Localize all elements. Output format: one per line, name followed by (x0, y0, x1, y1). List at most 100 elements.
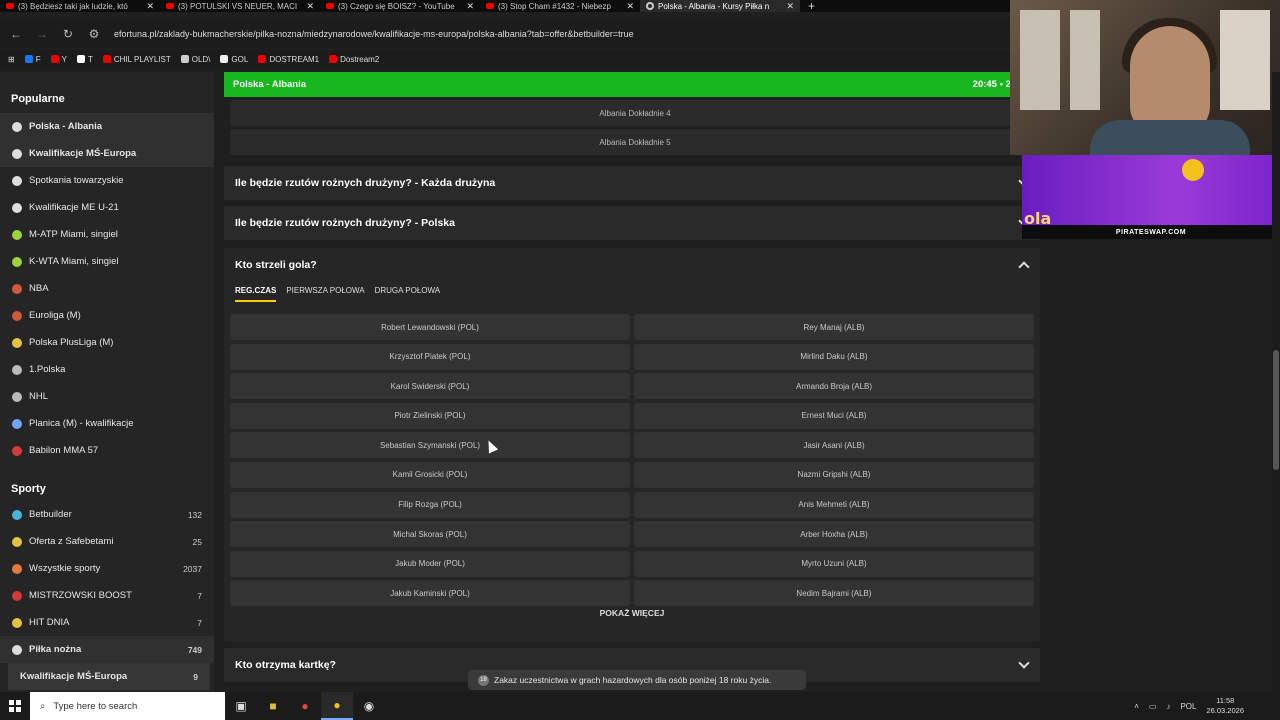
scorer-button[interactable]: Nazmi Gripshi (ALB) (634, 461, 1034, 488)
tab-regular-time[interactable]: REG.CZAS (235, 282, 277, 302)
tray-chevron-icon[interactable]: ˄ (1134, 702, 1139, 711)
scorer-button[interactable]: Myrto Uzuni (ALB) (634, 550, 1034, 577)
scorer-button[interactable]: Arber Hoxha (ALB) (634, 521, 1034, 548)
obs-icon[interactable]: ◉ (353, 692, 385, 720)
apps-icon[interactable]: ⊞ (8, 55, 15, 64)
taskbar-search[interactable]: ⌕ Type here to search (30, 692, 225, 720)
browser-tab[interactable]: (3) POTULSKI VS NEUER, MACI ✕ (160, 0, 320, 12)
scrollbar-thumb[interactable] (1273, 350, 1279, 470)
market-corners-poland[interactable]: Ile będzie rzutów rożnych drużyny? - Pol… (224, 206, 1040, 240)
network-icon[interactable]: ▭ (1149, 702, 1157, 711)
tab-second-half[interactable]: DRUGA POŁOWA (375, 282, 441, 300)
bookmark-item[interactable]: F (24, 55, 41, 64)
sidebar-item[interactable]: Spotkania towarzyskie (0, 167, 214, 194)
bookmark-item[interactable]: T (76, 55, 93, 64)
scorer-button[interactable]: Karol Swiderski (POL) (230, 373, 630, 400)
scorer-button[interactable]: Rey Manaj (ALB) (634, 314, 1034, 340)
chrome-profile-icon[interactable]: ● (289, 692, 321, 720)
sidebar-item[interactable]: NBA (0, 275, 214, 302)
reload-icon[interactable]: ↻ (62, 27, 74, 41)
sidebar-item-label: Polska - Albania (29, 121, 103, 132)
scorer-button[interactable]: Nedim Bajrami (ALB) (634, 580, 1034, 607)
sidebar-item[interactable]: Planica (M) - kwalifikacje (0, 410, 214, 437)
scorer-button[interactable]: Sebastian Szymanski (POL) (230, 432, 630, 459)
close-tab-icon[interactable]: ✕ (466, 1, 474, 12)
scorer-button[interactable]: Filip Rozga (POL) (230, 491, 630, 518)
sidebar-item[interactable]: Oferta z Safebetami 25 (0, 528, 214, 555)
new-tab-icon[interactable]: + (800, 0, 823, 12)
bookmark-label: GOL (231, 54, 249, 64)
sidebar-item[interactable]: Polska PlusLiga (M) (0, 329, 214, 356)
close-tab-icon[interactable]: ✕ (786, 1, 794, 12)
tab-first-half[interactable]: PIERWSZA POŁOWA (286, 282, 364, 300)
scorer-button[interactable]: Ernest Muci (ALB) (634, 402, 1034, 429)
scorer-button[interactable]: Anis Mehmeti (ALB) (634, 491, 1034, 518)
scorer-button[interactable]: Jakub Moder (POL) (230, 550, 630, 577)
show-more-button[interactable]: POKAŻ WIĘCEJ (224, 608, 1040, 618)
bookmark-item[interactable]: CHIL PLAYLIST (102, 54, 171, 64)
scorer-button[interactable]: Kamil Grosicki (POL) (230, 461, 630, 488)
scorer-button[interactable]: Jasir Asani (ALB) (634, 432, 1034, 459)
task-view-icon[interactable]: ▣ (225, 692, 257, 720)
scorer-button[interactable]: Robert Lewandowski (POL) (230, 314, 630, 340)
bookmark-item[interactable]: Dostream2 (329, 55, 379, 64)
volume-icon[interactable]: ♪ (1166, 702, 1170, 711)
back-icon[interactable]: ← (10, 27, 22, 41)
chevron-down-icon[interactable] (1018, 657, 1030, 669)
sidebar-item[interactable]: K-WTA Miami, singiel (0, 248, 214, 275)
odds-button[interactable]: Albania Dokładnie 5 (230, 129, 1040, 155)
scorer-button[interactable]: Armando Broja (ALB) (634, 373, 1034, 400)
sidebar-item[interactable]: Kwalifikacje MŚ-Europa (0, 140, 214, 167)
bookmark-item[interactable]: GOL (220, 55, 248, 64)
scorer-button[interactable]: Krzysztof Piatek (POL) (230, 343, 630, 370)
scorer-button[interactable]: Michal Skoras (POL) (230, 521, 630, 548)
language-indicator[interactable]: POL (1180, 702, 1196, 711)
odds-button[interactable]: Albania Dokładnie 4 (230, 100, 1040, 126)
browser-tab[interactable]: (3) Stop Cham #1432 - Niebezp ✕ (480, 0, 640, 12)
chrome-icon[interactable]: ● (321, 692, 353, 720)
bookmark-icon (102, 55, 111, 63)
system-tray: ˄ ▭ ♪ POL 11:58 26.03.2026 (1134, 692, 1244, 720)
page-scrollbar[interactable] (1272, 72, 1280, 692)
forward-icon[interactable]: → (36, 27, 48, 41)
sidebar-item-label: Wszystkie sporty (29, 563, 101, 574)
tennis-icon (12, 229, 22, 240)
scorer-button[interactable]: Mirlind Daku (ALB) (634, 343, 1034, 370)
tab-title: (3) POTULSKI VS NEUER, MACI (178, 1, 298, 11)
sidebar-item[interactable]: Piłka nożna 749 (0, 636, 214, 663)
windows-start-icon[interactable] (0, 692, 30, 720)
bookmark-item[interactable]: DOSTREAM1 (258, 55, 319, 64)
sidebar-item[interactable]: 1.Polska (0, 356, 214, 383)
close-tab-icon[interactable]: ✕ (626, 1, 634, 12)
sidebar-item[interactable]: Wszystkie sporty 2037 (0, 555, 214, 582)
sidebar-item[interactable]: Polska - Albania (0, 113, 214, 140)
bookmark-item[interactable]: OLD\ (180, 55, 210, 64)
bookmarks-bar: ⊞ F Y T CHIL PLAYLIST OLD\ GOL DOSTREAM1 Dostrea… (0, 50, 1010, 68)
scorer-button[interactable]: Piotr Zielinski (POL) (230, 402, 630, 429)
clock[interactable]: 11:58 26.03.2026 (1206, 696, 1244, 716)
sidebar-item[interactable]: HIT DNIA 7 (0, 609, 214, 636)
sidebar-item[interactable]: Babilon MMA 57 (0, 437, 214, 464)
chevron-up-icon[interactable] (1018, 261, 1030, 273)
site-info-icon[interactable]: ⚙ (88, 27, 100, 41)
browser-tab[interactable]: (3) Będziesz taki jak ludzie, któ ✕ (0, 0, 160, 12)
sidebar-item[interactable]: NHL (0, 383, 214, 410)
scorer-button[interactable]: Jakub Kaminski (POL) (230, 580, 630, 607)
sidebar-item[interactable]: M-ATP Miami, singiel (0, 221, 214, 248)
sidebar-item[interactable]: Euroliga (M) (0, 302, 214, 329)
close-tab-icon[interactable]: ✕ (146, 1, 154, 12)
sidebar-item[interactable]: MISTRZOWSKI BOOST 7 (0, 582, 214, 609)
browser-tab[interactable]: (3) Czego się BOISZ? - YouTube ✕ (320, 0, 480, 12)
sidebar-item[interactable]: Betbuilder 132 (0, 501, 214, 528)
sidebar-item[interactable]: Kwalifikacje MŚ-Europa 9 (8, 663, 210, 690)
bookmark-label: CHIL PLAYLIST (113, 54, 171, 64)
browser-tab[interactable]: Polska - Albania - Kursy Piłka n ✕ (640, 0, 800, 12)
file-explorer-icon[interactable]: ■ (257, 692, 289, 720)
bookmark-item[interactable]: Y (50, 55, 67, 64)
url-field[interactable]: efortuna.pl/zaklady-bukmacherskie/pilka-… (114, 29, 634, 39)
close-tab-icon[interactable]: ✕ (306, 1, 314, 12)
market-corners-each-team[interactable]: Ile będzie rzutów rożnych drużyny? - Każ… (224, 166, 1040, 200)
hockey-icon (12, 391, 22, 402)
sidebar: Popularne Polska - Albania Kwalifikacje M… (0, 72, 214, 692)
sidebar-item[interactable]: Kwalifikacje ME U-21 (0, 194, 214, 221)
